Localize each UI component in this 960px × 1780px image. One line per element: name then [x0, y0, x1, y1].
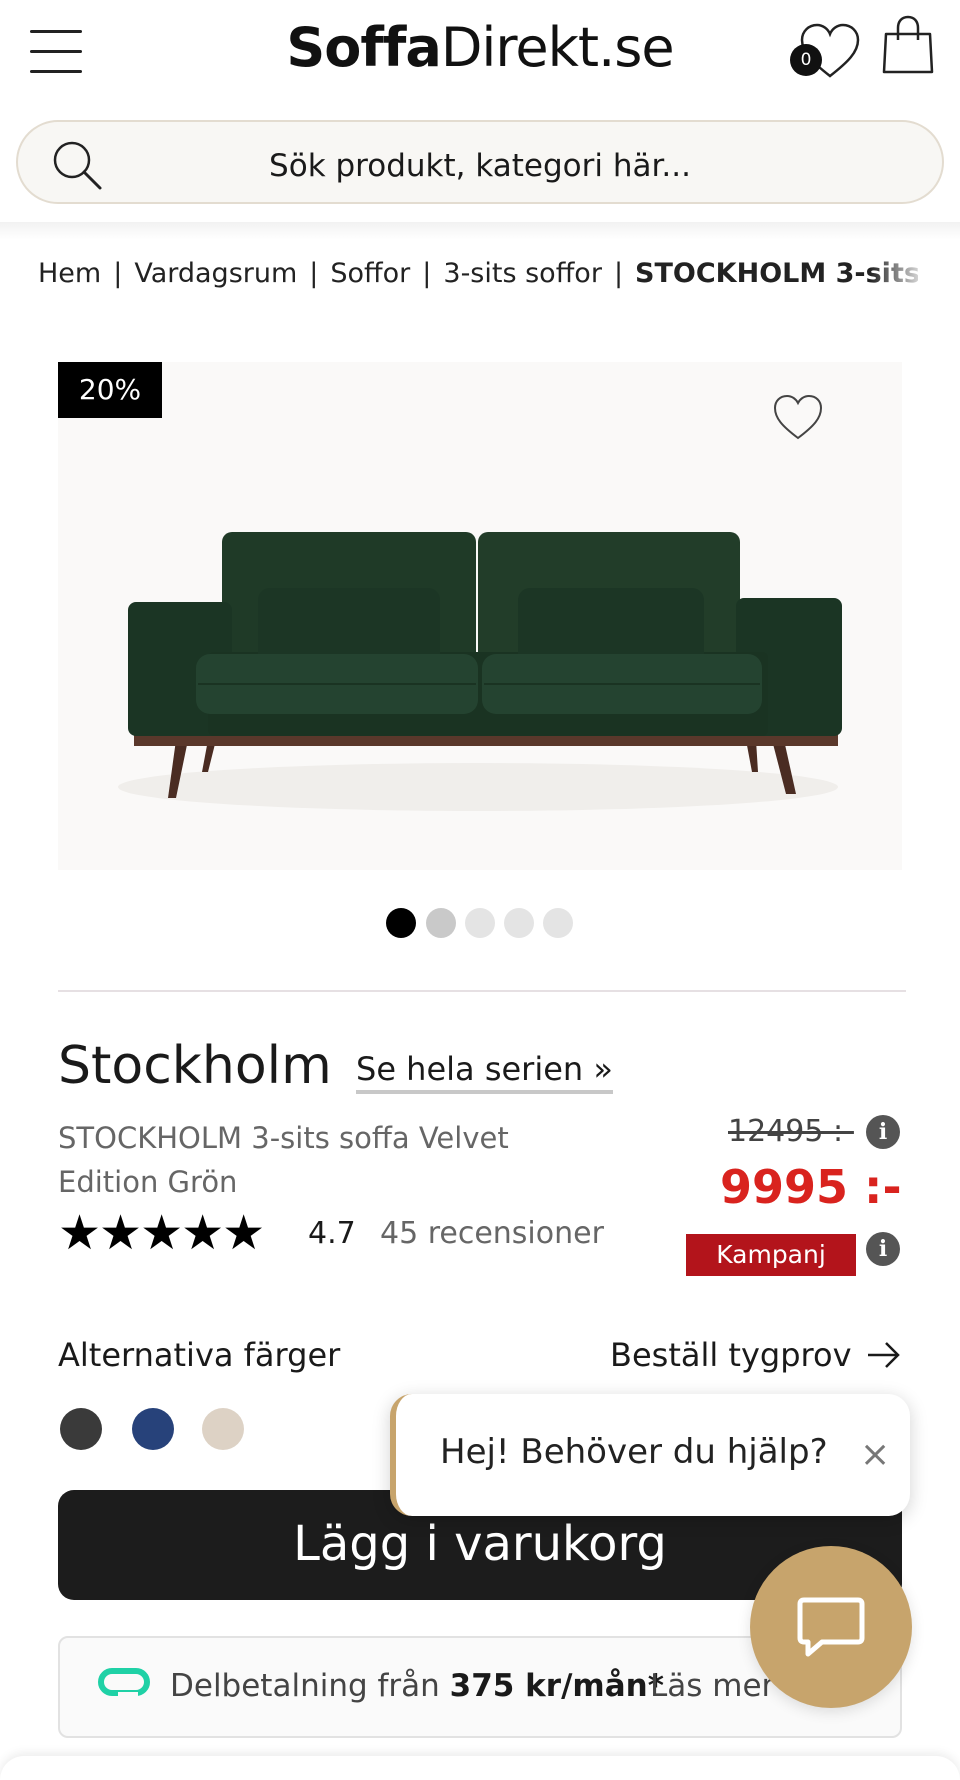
- financing-prefix: Delbetalning från: [170, 1668, 440, 1704]
- product-page: SoffaDirekt.se 0 Sök produkt, kategori h…: [0, 0, 960, 1780]
- campaign-badge: Kampanj: [686, 1234, 856, 1276]
- breadcrumb-soffor[interactable]: Soffor: [330, 258, 410, 289]
- breadcrumb-separator: |: [113, 258, 123, 289]
- breadcrumb-vardagsrum[interactable]: Vardagsrum: [134, 258, 297, 289]
- rating-stars: ★★★★★: [58, 1205, 265, 1261]
- shopping-bag-icon: [882, 15, 934, 74]
- financing-amount: 375 kr/mån*: [449, 1668, 664, 1704]
- heart-outline-icon: [773, 394, 823, 440]
- wishlist-count-badge: 0: [790, 44, 822, 76]
- color-swatch-navy[interactable]: [132, 1408, 174, 1450]
- order-fabric-sample-link[interactable]: Beställ tygprov: [610, 1336, 902, 1374]
- breadcrumb: Hem | Vardagsrum | Soffor | 3-sits soffor | STOC…: [38, 258, 918, 289]
- breadcrumb-separator: |: [309, 258, 319, 289]
- cart-button[interactable]: [880, 14, 936, 76]
- alt-colors-label: Alternativa färger: [58, 1336, 341, 1374]
- logo-rest: Direkt.se: [440, 16, 675, 79]
- product-name: STOCKHOLM 3-sits soffa Velvet Edition Gr…: [58, 1121, 509, 1199]
- info-icon[interactable]: i: [866, 1115, 900, 1149]
- chat-popup[interactable]: Hej! Behöver du hjälp? ×: [390, 1394, 910, 1516]
- chat-launcher-button[interactable]: [750, 1546, 912, 1708]
- add-to-wishlist-button[interactable]: [770, 392, 826, 444]
- chat-close-button[interactable]: ×: [860, 1434, 890, 1475]
- series-title: Stockholm: [58, 1036, 332, 1096]
- financing-logo-icon: [98, 1668, 150, 1700]
- order-fabric-sample-label: Beställ tygprov: [610, 1336, 852, 1374]
- series-link[interactable]: Se hela serien »: [356, 1050, 613, 1094]
- carousel-dot[interactable]: [465, 908, 495, 938]
- carousel-dot[interactable]: [543, 908, 573, 938]
- bottom-sheet-edge: [0, 1756, 960, 1780]
- section-divider: [58, 990, 906, 992]
- rating-value: 4.7: [308, 1216, 356, 1251]
- breadcrumb-home[interactable]: Hem: [38, 258, 101, 289]
- header-shadow: [0, 222, 960, 240]
- wishlist-button[interactable]: 0: [790, 20, 860, 80]
- chat-greeting: Hej! Behöver du hjälp?: [440, 1432, 828, 1472]
- site-header: SoffaDirekt.se 0: [0, 0, 960, 110]
- carousel-dot[interactable]: [386, 908, 416, 938]
- color-swatch-beige[interactable]: [202, 1408, 244, 1450]
- info-icon[interactable]: i: [866, 1232, 900, 1266]
- chat-icon: [797, 1597, 865, 1657]
- search-input[interactable]: Sök produkt, kategori här...: [18, 148, 942, 184]
- old-price: 12495 :-: [728, 1114, 854, 1149]
- breadcrumb-fade: [870, 250, 930, 296]
- financing-text: Delbetalning från 375 kr/mån*: [170, 1668, 664, 1704]
- discount-badge: 20%: [58, 362, 162, 418]
- current-price: 9995 :-: [720, 1160, 902, 1214]
- reviews-link[interactable]: 45 recensioner: [380, 1216, 604, 1251]
- logo-bold: Soffa: [286, 16, 441, 79]
- color-swatch-charcoal[interactable]: [60, 1408, 102, 1450]
- breadcrumb-separator: |: [613, 258, 624, 289]
- carousel-dot[interactable]: [426, 908, 456, 938]
- search-bar[interactable]: Sök produkt, kategori här...: [16, 120, 944, 204]
- breadcrumb-3-sits[interactable]: 3-sits soffor: [443, 258, 602, 289]
- carousel-dot[interactable]: [504, 908, 534, 938]
- breadcrumb-separator: |: [422, 258, 432, 289]
- arrow-right-icon: [867, 1342, 900, 1368]
